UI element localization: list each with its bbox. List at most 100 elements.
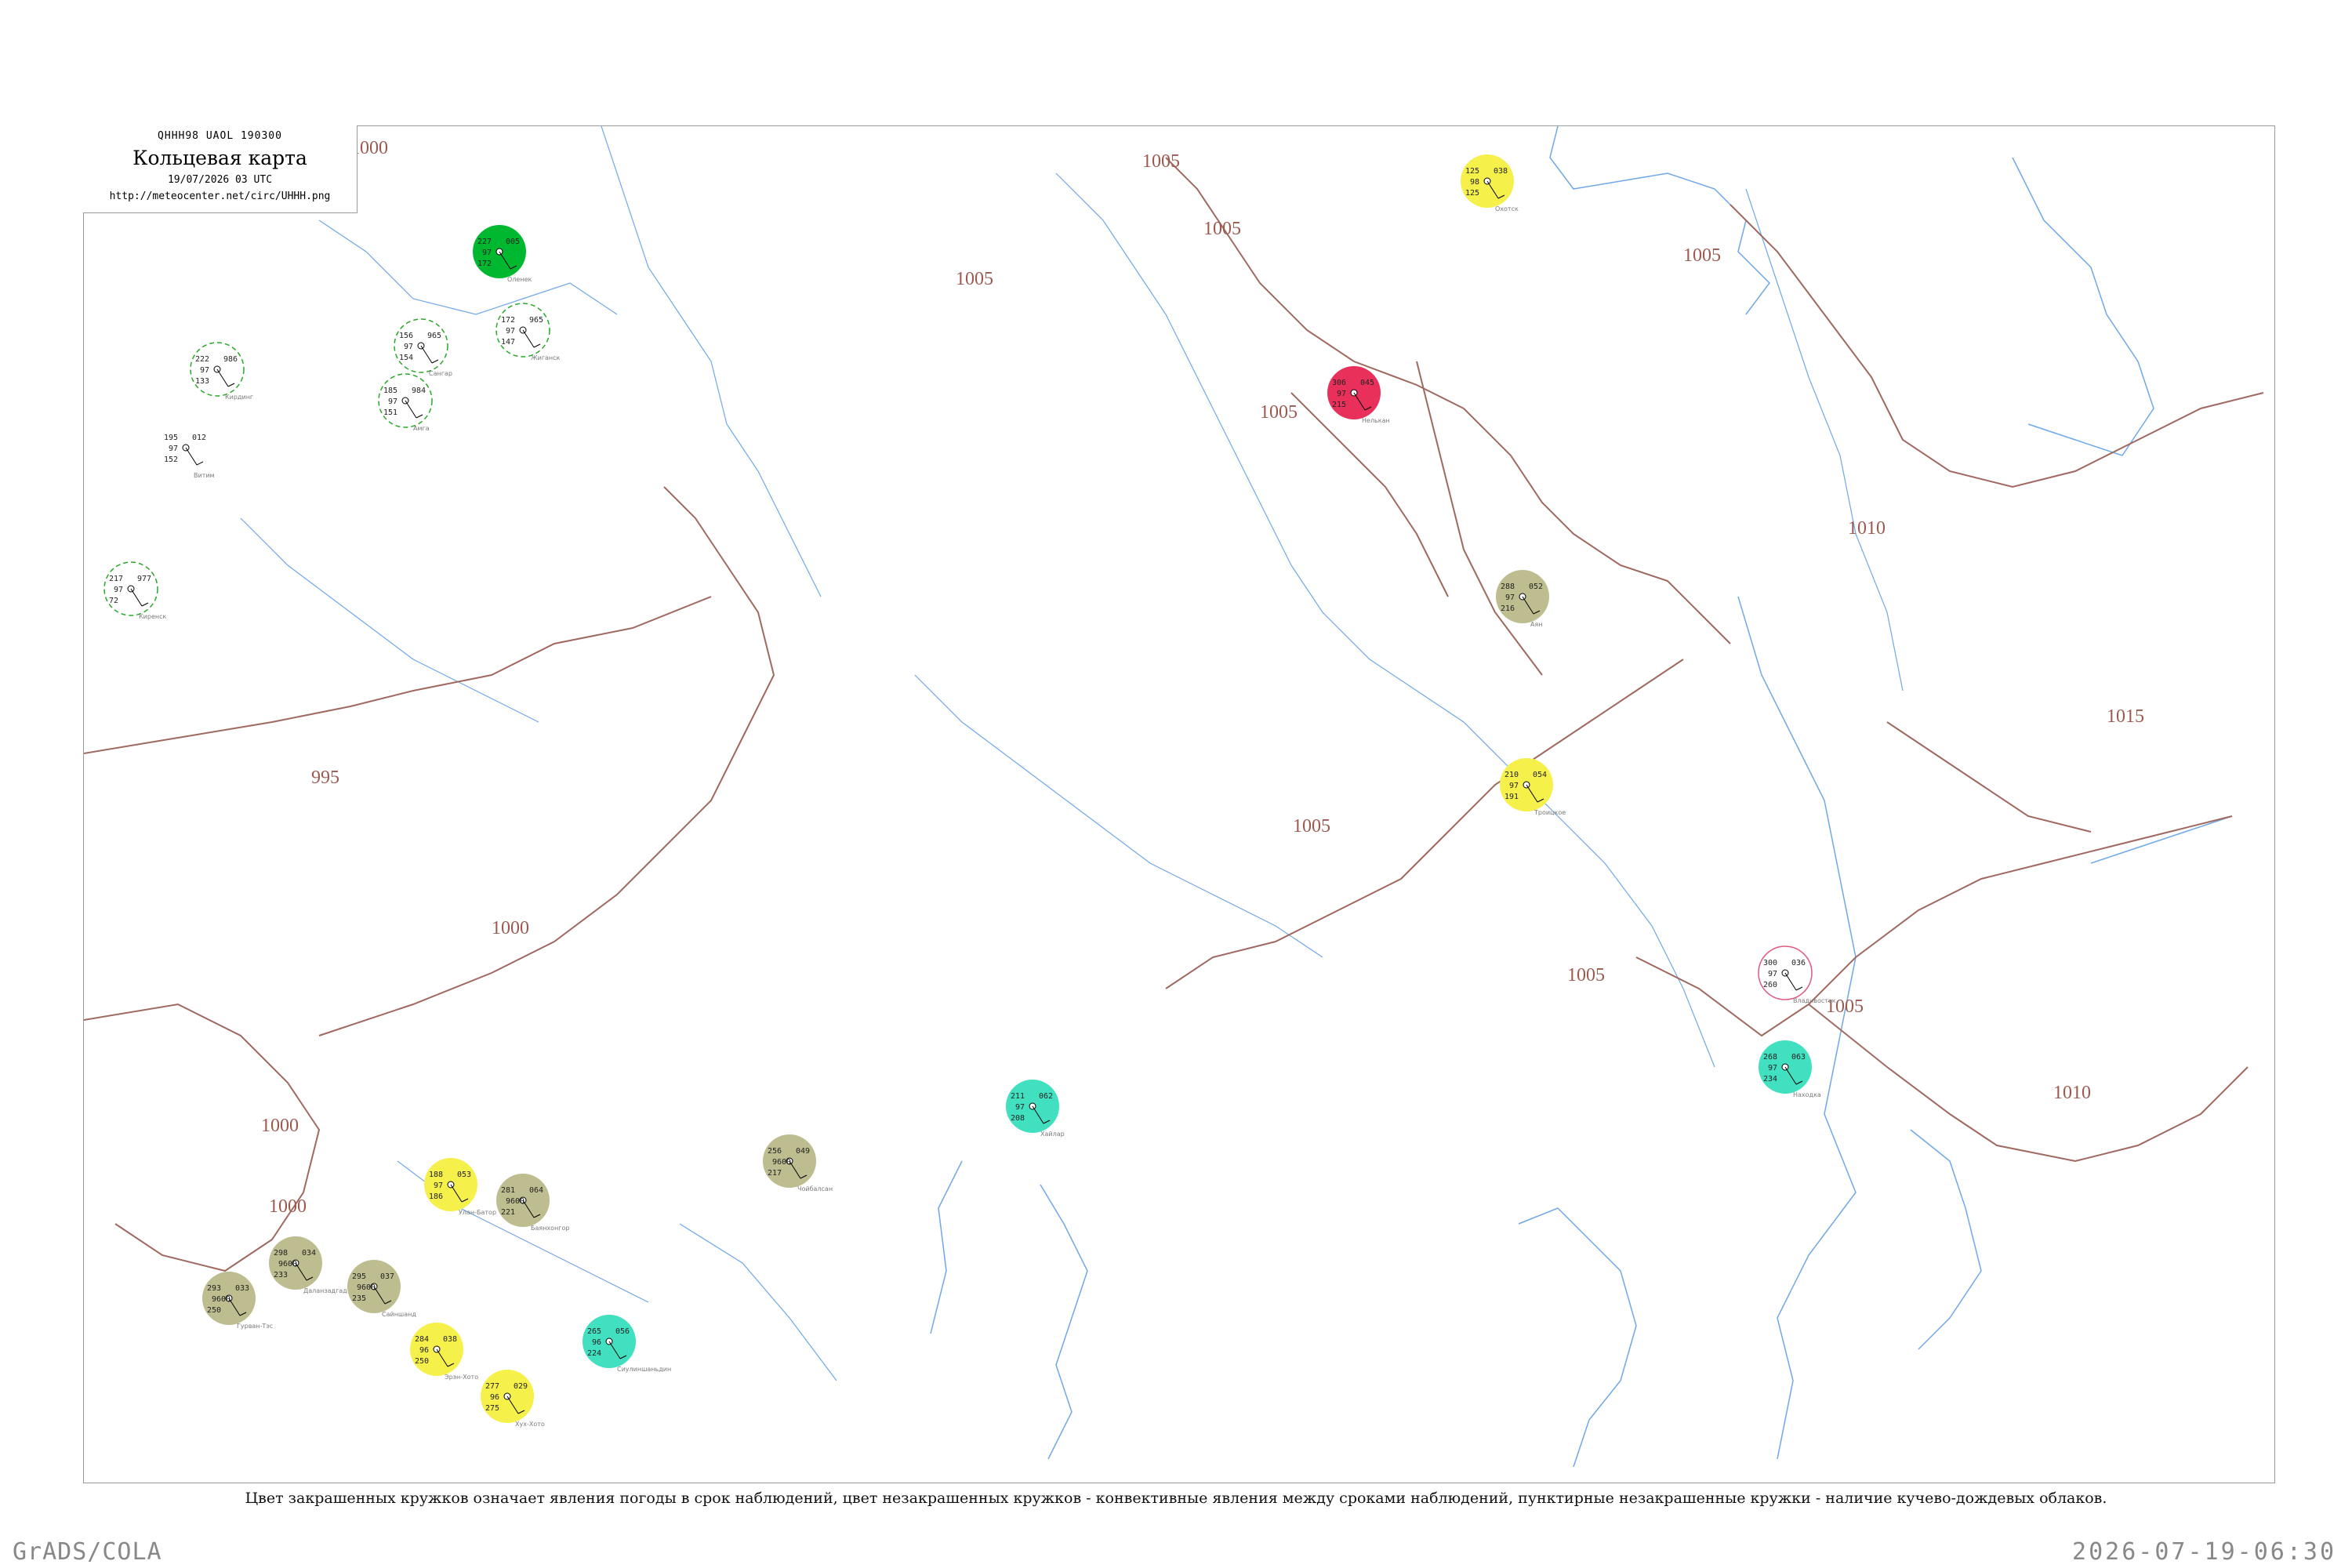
station-dewpoint: 9600 (506, 1197, 524, 1206)
station-temperature: 211 (1011, 1092, 1025, 1101)
station-marker[interactable]: 227 97 172 005 Оленек (473, 225, 532, 283)
station-marker[interactable]: 211 97 208 062 Хайлар (1006, 1080, 1065, 1138)
station-dewpoint: 97 (1768, 1064, 1777, 1073)
station-temperature: 156 (399, 332, 413, 340)
station-name: Баянхонгор (531, 1225, 569, 1232)
station-pressure: 260 (1763, 981, 1777, 989)
station-dewpoint: 97 (1337, 390, 1346, 398)
isobar-label: 1015 (2107, 706, 2144, 727)
station-temperature: 188 (429, 1171, 443, 1179)
station-marker[interactable]: 284 96 250 038 Эрэн-Хото (410, 1323, 478, 1381)
station-dewpoint: 96 (490, 1393, 499, 1402)
rivers-layer (240, 126, 1904, 1381)
station-name: Хух-Хото (515, 1421, 545, 1428)
station-pressure-change: 038 (443, 1335, 457, 1344)
station-pressure: 152 (164, 456, 178, 464)
station-name: Улан-Батор (459, 1209, 496, 1216)
station-name: Хайлар (1040, 1131, 1065, 1138)
station-pressure-change: 034 (302, 1249, 316, 1258)
station-temperature: 293 (207, 1284, 221, 1293)
station-marker[interactable]: 156 97 154 965 Сангар (394, 318, 452, 377)
station-marker[interactable]: 125 98 125 038 Охотск (1461, 154, 1519, 212)
station-marker[interactable]: 281 9600 221 064 Баянхонгор (496, 1174, 569, 1232)
isobar-label: 1010 (2053, 1083, 2091, 1103)
station-marker[interactable]: 172 97 147 965 Жиганск (495, 303, 561, 361)
station-marker[interactable]: 300 97 260 036 Владивосток (1758, 946, 1836, 1004)
stations-layer: 227 97 172 005 Оленек 172 97 147 965 Жиганск 156 97… (103, 154, 1836, 1428)
coastline-layer (930, 126, 2233, 1468)
isobar-label: 1000 (492, 918, 529, 938)
station-marker[interactable]: 265 96 224 056 Сиулиншаньдин (583, 1315, 671, 1373)
station-temperature: 268 (1763, 1053, 1777, 1062)
station-name: Кирдинг (225, 394, 253, 401)
station-dewpoint: 96 (419, 1346, 429, 1355)
station-marker[interactable]: 298 9600 233 034 Даланзадгад (269, 1236, 347, 1294)
isobar-label: 1005 (1567, 965, 1605, 985)
station-pressure-change: 053 (457, 1171, 471, 1179)
station-temperature: 298 (274, 1249, 288, 1258)
wind-barb (1784, 972, 1803, 991)
station-marker[interactable]: 295 9600 235 037 Сайншанд (347, 1260, 416, 1318)
station-dewpoint: 97 (200, 366, 209, 375)
isobar-label: 1010 (1848, 518, 1886, 539)
station-marker[interactable]: 256 9600 217 049 Чойбалсан (763, 1134, 833, 1192)
station-marker[interactable]: 217 97 72 977 Киренск (103, 561, 167, 620)
station-marker[interactable]: 277 96 275 029 Хух-Хото (481, 1370, 545, 1428)
station-name: Эрэн-Хото (445, 1374, 478, 1381)
station-pressure-change: 063 (1791, 1053, 1806, 1062)
station-pressure: 224 (587, 1349, 601, 1358)
station-marker[interactable]: 306 97 215 045 Нелькан (1327, 366, 1390, 424)
station-dewpoint: 97 (1509, 782, 1519, 790)
station-temperature: 195 (164, 434, 178, 442)
station-name: Амга (413, 425, 430, 432)
station-temperature: 300 (1763, 959, 1777, 967)
station-pressure-change: 012 (192, 434, 206, 442)
station-temperature: 295 (352, 1272, 366, 1281)
station-name: Витим (194, 472, 215, 479)
station-marker[interactable]: 185 97 151 984 Амга (378, 373, 433, 432)
station-pressure: 216 (1501, 604, 1515, 613)
station-marker[interactable]: 288 97 216 052 Аян (1496, 570, 1549, 628)
station-pressure: 234 (1763, 1075, 1777, 1083)
station-pressure-change: 984 (412, 387, 426, 395)
station-pressure-change: 965 (427, 332, 441, 340)
station-pressure: 250 (207, 1306, 221, 1315)
station-pressure: 133 (195, 377, 209, 386)
legend-caption: Цвет закрашенных кружков означает явлени… (245, 1490, 2107, 1507)
map-canvas[interactable]: 1000 1005 1005 1005 1005 1005 1010 1005 … (84, 126, 2276, 1484)
station-marker[interactable]: 195 97 152 012 Витим (164, 434, 215, 479)
station-dewpoint: 97 (506, 327, 515, 336)
station-pressure: 235 (352, 1294, 366, 1303)
station-temperature: 217 (109, 575, 123, 583)
station-name: Чойбалсан (797, 1185, 833, 1192)
wind-barb (185, 447, 204, 466)
source-url[interactable]: http://meteocenter.net/circ/UHHH.png (83, 191, 357, 202)
map-title: Кольцевая карта (132, 147, 307, 169)
station-marker[interactable]: 210 97 191 054 Троицкое (1500, 758, 1566, 816)
station-marker[interactable]: 188 97 186 053 Улан-Батор (424, 1158, 496, 1216)
station-name: Жиганск (531, 354, 561, 361)
station-pressure-change: 052 (1529, 583, 1543, 591)
station-temperature: 222 (195, 355, 209, 364)
station-pressure-change: 062 (1039, 1092, 1053, 1101)
station-pressure: 215 (1332, 401, 1346, 409)
station-temperature: 288 (1501, 583, 1515, 591)
station-pressure-change: 986 (223, 355, 238, 364)
isobar-label: 995 (311, 768, 339, 788)
station-pressure-change: 977 (137, 575, 151, 583)
station-dewpoint: 9600 (212, 1295, 230, 1304)
station-marker[interactable]: 293 9600 250 033 Гурван-Тэс (202, 1272, 273, 1330)
station-marker[interactable]: 268 97 234 063 Находка (1759, 1040, 1821, 1098)
isobar-label: 1005 (1142, 151, 1180, 172)
generated-timestamp: 2026-07-19-06:30 (2072, 1538, 2336, 1566)
station-name: Сайншанд (382, 1311, 416, 1318)
bulletin-code: QHHH98 UAOL 190300 (158, 130, 282, 142)
station-marker[interactable]: 222 97 133 986 Кирдинг (190, 342, 253, 401)
station-temperature: 277 (485, 1382, 499, 1391)
station-pressure-change: 029 (514, 1382, 528, 1391)
station-pressure-change: 036 (1791, 959, 1806, 967)
station-temperature: 185 (383, 387, 397, 395)
isobar-layer (84, 157, 2264, 1272)
station-pressure-change: 038 (1494, 167, 1508, 176)
station-pressure-change: 054 (1533, 771, 1547, 779)
